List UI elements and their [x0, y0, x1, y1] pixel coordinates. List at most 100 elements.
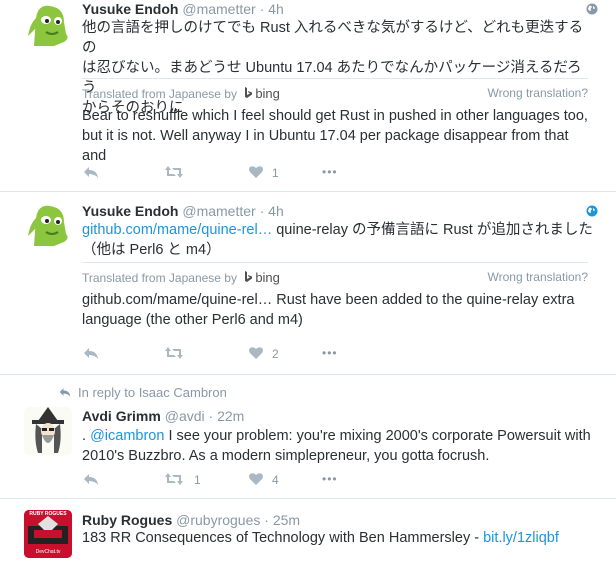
like-button[interactable] — [248, 345, 264, 363]
wrong-translation-link[interactable]: Wrong translation? — [488, 86, 589, 100]
separator-dot: · — [264, 512, 269, 528]
tweet-text: github.com/mame/quine-rel… quine-relay の… — [82, 220, 594, 260]
avatar[interactable] — [24, 407, 72, 455]
heart-icon — [249, 347, 263, 359]
translated-from: Translated from Japanese by bing — [82, 86, 280, 101]
retweet-count: 1 — [194, 473, 201, 487]
tweet-actions: 1 4 ••• — [82, 471, 382, 489]
author-handle[interactable]: @rubyrogues — [176, 512, 260, 528]
like-button[interactable] — [248, 164, 264, 182]
translation-text: github.com/mame/quine-rel… Rust have bee… — [82, 290, 594, 330]
bing-label: bing — [255, 86, 280, 101]
tweet-text-line: . @icambron I see your problem: you're m… — [82, 426, 594, 446]
tweet-item[interactable]: Yusuke Endoh @mametter · 4h 他の言語を押しのけてでも… — [0, 0, 616, 192]
retweet-button[interactable] — [164, 164, 184, 182]
mention-link[interactable]: @icambron — [90, 428, 164, 444]
avatar-caption-top: RUBY ROGUES — [29, 511, 67, 517]
tweet-link[interactable]: github.com/mame/quine-rel… — [82, 222, 272, 238]
translation-bar: Translated from Japanese by bing Wrong t… — [82, 262, 588, 285]
globe-icon[interactable] — [586, 3, 598, 15]
tweet-header: Avdi Grimm @avdi · 22m — [82, 407, 244, 425]
tweet-time[interactable]: 4h — [268, 203, 284, 219]
separator-dot: · — [259, 1, 265, 17]
bing-logo-icon — [245, 271, 253, 282]
tweet-text-prefix: . — [82, 428, 91, 444]
author-name[interactable]: Yusuke Endoh — [82, 1, 178, 17]
like-count: 2 — [272, 347, 279, 361]
bing-label: bing — [255, 270, 280, 285]
reply-button[interactable] — [82, 345, 100, 363]
wrong-translation-link[interactable]: Wrong translation? — [488, 270, 589, 284]
globe-icon[interactable] — [586, 205, 598, 217]
retweet-icon — [165, 347, 183, 359]
tweet-item[interactable]: In reply to Isaac Cambron Avdi Grimm @av… — [0, 375, 616, 499]
tweet-text-line: 183 RR Consequences of Technology with B… — [82, 528, 594, 548]
reply-icon — [84, 348, 98, 359]
reply-button[interactable] — [82, 471, 100, 489]
bing-logo-icon — [245, 87, 253, 98]
retweet-button[interactable] — [164, 471, 184, 489]
tweet-text: 他の言語を押しのけてでも Rust 入れるべきな気がするけど、どれも更迭するの … — [82, 18, 594, 118]
author-handle[interactable]: @avdi — [165, 408, 205, 424]
retweet-icon — [165, 473, 183, 485]
tweet-text: 183 RR Consequences of Technology with B… — [82, 528, 594, 548]
retweet-icon — [165, 166, 183, 178]
author-name[interactable]: Yusuke Endoh — [82, 203, 178, 219]
retweet-button[interactable] — [164, 345, 184, 363]
tweet-item[interactable]: RUBY ROGUES DevChat.tv Ruby Rogues @ruby… — [0, 499, 616, 565]
heart-icon — [249, 473, 263, 485]
reply-icon — [59, 388, 71, 397]
tweet-header: Ruby Rogues @rubyrogues · 25m — [82, 511, 300, 529]
tweet-link[interactable]: bit.ly/1zliqbf — [483, 530, 559, 546]
tweet-text-rest: quine-relay の予備言語に Rust が追加されました — [272, 222, 593, 238]
tweet-time[interactable]: 22m — [217, 408, 244, 424]
translation-text: Bear to reshuffle which I feel should ge… — [82, 106, 594, 166]
reply-context-label[interactable]: In reply to Isaac Cambron — [78, 385, 227, 400]
translation-bar: Translated from Japanese by bing Wrong t… — [82, 78, 588, 101]
translation-line: Bear to reshuffle which I feel should ge… — [82, 108, 588, 124]
tweet-text-line: github.com/mame/quine-rel… quine-relay の… — [82, 220, 594, 240]
author-name[interactable]: Ruby Rogues — [82, 512, 172, 528]
like-button[interactable] — [248, 471, 264, 489]
author-handle[interactable]: @mametter — [182, 203, 255, 219]
separator-dot: · — [208, 408, 214, 424]
tweet-text: . @icambron I see your problem: you're m… — [82, 426, 594, 466]
tweet-item[interactable]: Yusuke Endoh @mametter · 4h github.com/m… — [0, 192, 616, 375]
green-creature-avatar-icon — [28, 5, 68, 46]
like-count: 1 — [272, 166, 279, 180]
tweet-time[interactable]: 25m — [273, 512, 300, 528]
separator-dot: · — [259, 203, 265, 219]
author-name[interactable]: Avdi Grimm — [82, 408, 161, 424]
tweet-text-line: （他は Perl6 と m4） — [82, 242, 221, 258]
tweet-time[interactable]: 4h — [268, 1, 284, 17]
tweet-text-line: 他の言語を押しのけてでも Rust 入れるべきな気がするけど、どれも更迭するの — [82, 20, 584, 56]
heart-icon — [249, 166, 263, 178]
avatar[interactable] — [24, 200, 72, 248]
translation-line: but it is not. Well anyway I in Ubuntu 1… — [82, 128, 569, 164]
translated-from-label: Translated from Japanese by — [82, 271, 237, 285]
green-creature-avatar-icon — [28, 205, 68, 246]
translated-from-label: Translated from Japanese by — [82, 87, 237, 101]
tweet-header: Yusuke Endoh @mametter · 4h — [82, 202, 284, 220]
avatar[interactable]: RUBY ROGUES DevChat.tv — [24, 510, 72, 558]
tweet-text-body: 183 RR Consequences of Technology with B… — [82, 530, 484, 546]
like-count: 4 — [272, 473, 279, 487]
reply-context[interactable]: In reply to Isaac Cambron — [58, 385, 227, 400]
translation-line: github.com/mame/quine-rel… Rust have bee… — [82, 292, 575, 308]
more-options-icon[interactable]: ••• — [322, 165, 338, 179]
reply-icon — [84, 474, 98, 485]
author-handle[interactable]: @mametter — [182, 1, 255, 17]
wizard-avatar-icon — [32, 407, 64, 453]
avatar-caption-bottom: DevChat.tv — [35, 549, 61, 555]
tweet-text-rest: I see your problem: you're mixing 2000's… — [164, 428, 591, 444]
tweet-actions: 2 ••• — [82, 345, 382, 363]
translation-line: language (the other Perl6 and m4) — [82, 312, 303, 328]
reply-button[interactable] — [82, 164, 100, 182]
tweet-text-line: 2010's Buzzbro. As a modern simplepreneu… — [82, 448, 490, 464]
more-options-icon[interactable]: ••• — [322, 472, 338, 486]
more-options-icon[interactable]: ••• — [322, 346, 338, 360]
avatar[interactable] — [24, 0, 72, 48]
translated-from: Translated from Japanese by bing — [82, 270, 280, 285]
tweet-header: Yusuke Endoh @mametter · 4h — [82, 0, 284, 18]
reply-icon — [84, 167, 98, 178]
